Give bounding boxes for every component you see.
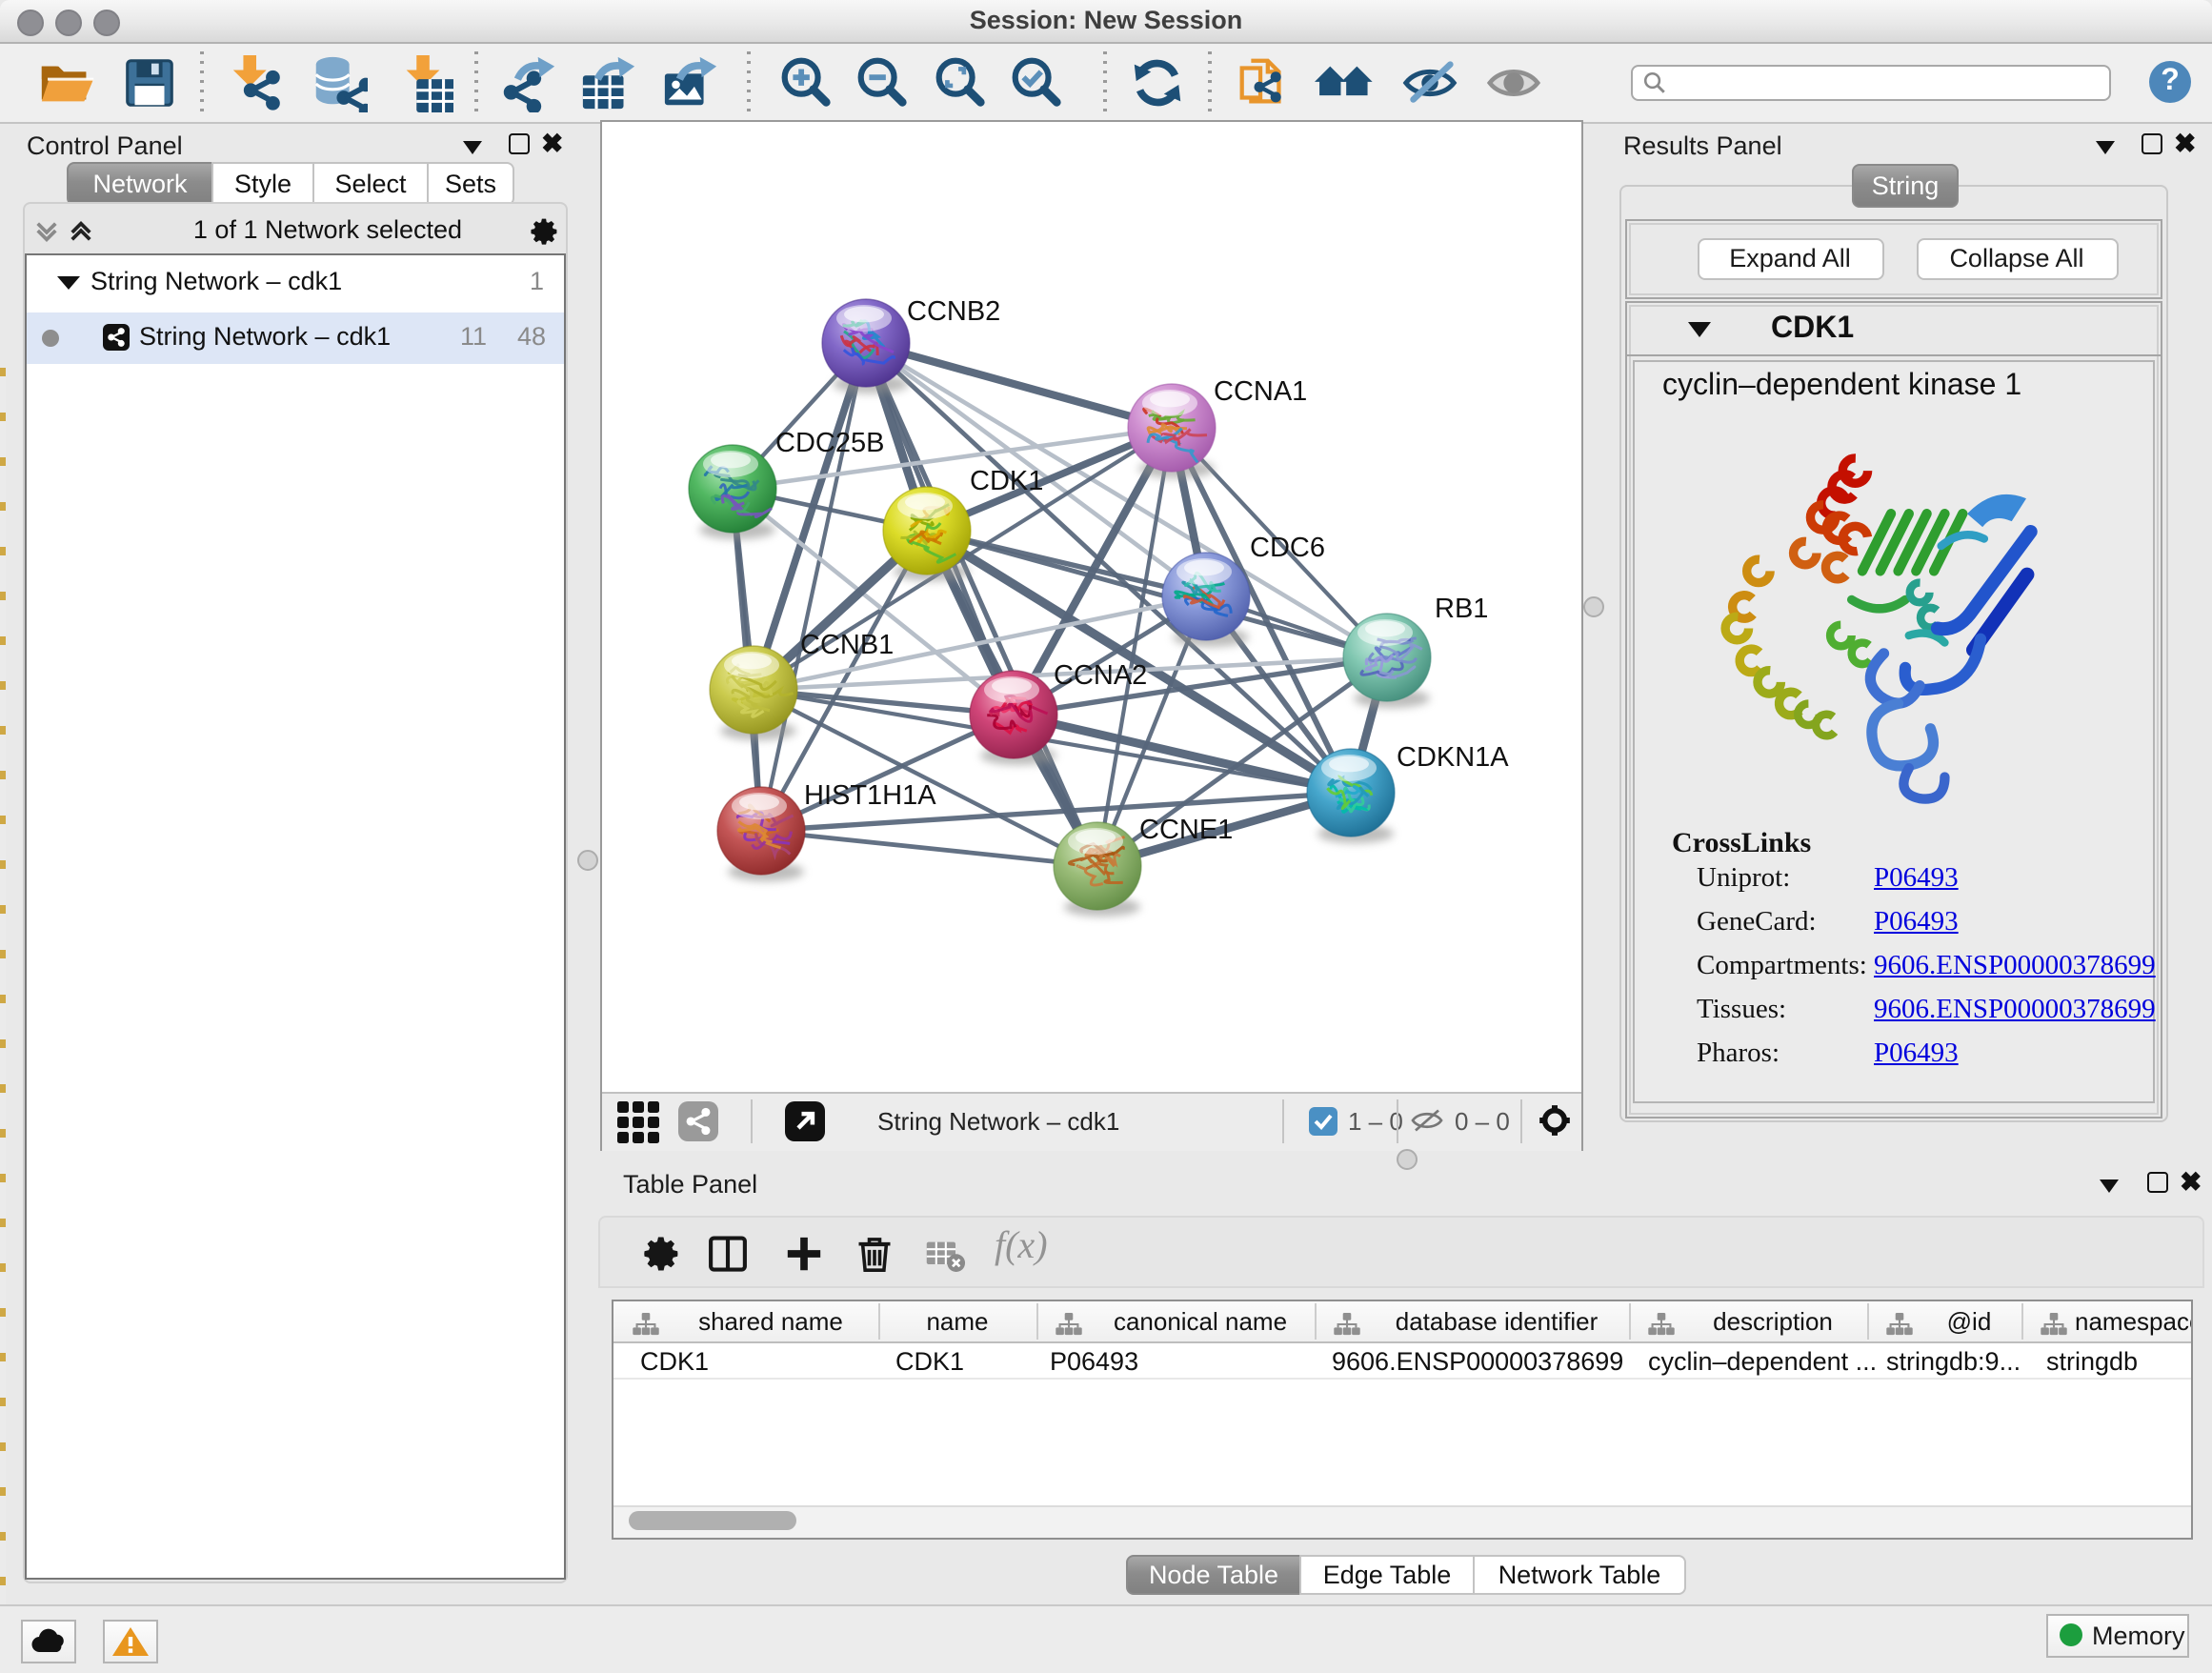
svg-text:CCNA1: CCNA1 [1213, 375, 1306, 406]
svg-text:CCNB1: CCNB1 [799, 629, 893, 659]
svg-text:CCNB2: CCNB2 [906, 295, 999, 326]
svg-text:HIST1H1A: HIST1H1A [803, 779, 935, 810]
svg-text:CDK1: CDK1 [969, 465, 1042, 495]
svg-text:CCNA2: CCNA2 [1053, 659, 1146, 690]
svg-text:CDC6: CDC6 [1249, 532, 1324, 562]
svg-text:CCNE1: CCNE1 [1138, 814, 1232, 844]
svg-text:CDKN1A: CDKN1A [1396, 741, 1508, 772]
svg-text:RB1: RB1 [1434, 593, 1487, 623]
svg-text:CDC25B: CDC25B [774, 427, 883, 457]
